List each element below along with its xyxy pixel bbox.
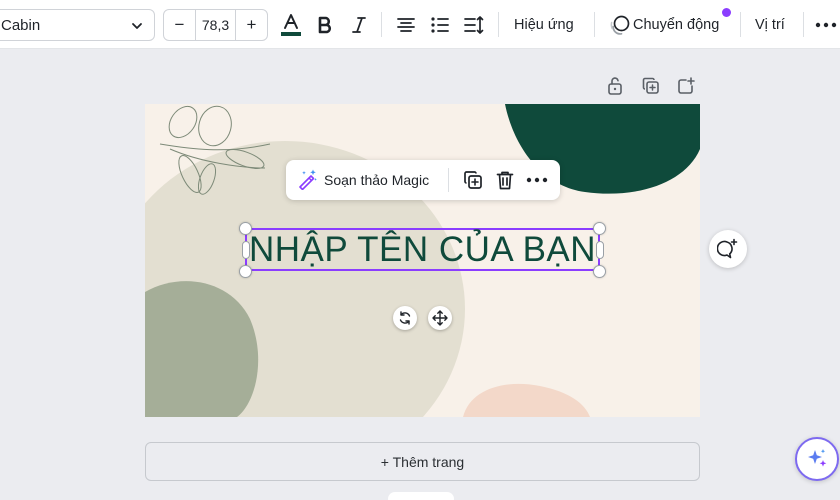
new-feature-badge xyxy=(722,8,731,17)
font-family-value: Cabin xyxy=(1,16,41,34)
toolbar-divider xyxy=(594,12,595,37)
decrease-font-size-button[interactable]: − xyxy=(164,10,195,40)
lock-icon[interactable] xyxy=(605,76,625,96)
peach-blob xyxy=(463,383,590,417)
duplicate-page-icon[interactable] xyxy=(641,76,661,96)
resize-handle-bottom-left[interactable] xyxy=(239,265,252,278)
resize-handle-right[interactable] xyxy=(596,241,604,259)
align-center-icon[interactable] xyxy=(392,11,420,39)
italic-icon[interactable] xyxy=(345,11,373,39)
element-context-menu: Soạn thảo Magic xyxy=(286,160,560,200)
text-color-icon[interactable] xyxy=(277,11,305,39)
position-button[interactable]: Vị trí xyxy=(755,12,785,37)
resize-handle-top-left[interactable] xyxy=(239,222,252,235)
resize-handle-bottom-right[interactable] xyxy=(593,265,606,278)
font-family-select[interactable]: Cabin xyxy=(0,9,155,41)
more-icon[interactable] xyxy=(812,11,840,39)
animate-icon[interactable] xyxy=(606,11,634,39)
magic-write-label: Soạn thảo Magic xyxy=(324,172,430,188)
comment-icon[interactable] xyxy=(709,230,747,268)
trash-icon[interactable] xyxy=(489,160,521,200)
duplicate-icon[interactable] xyxy=(457,160,489,200)
toolbar-divider xyxy=(740,12,741,37)
chevron-down-icon xyxy=(130,19,144,37)
effects-button[interactable]: Hiệu ứng xyxy=(514,12,574,37)
resize-handle-left[interactable] xyxy=(242,241,250,259)
menu-divider xyxy=(448,168,449,192)
move-icon[interactable] xyxy=(428,306,452,330)
resize-handle-top-right[interactable] xyxy=(593,222,606,235)
list-icon[interactable] xyxy=(426,11,454,39)
bold-icon[interactable] xyxy=(311,11,339,39)
rotate-icon[interactable] xyxy=(393,306,417,330)
add-page-button[interactable]: + Thêm trang xyxy=(145,442,700,481)
magic-assistant-icon[interactable] xyxy=(795,437,839,481)
increase-font-size-button[interactable]: + xyxy=(236,10,267,40)
magic-write-icon xyxy=(296,168,318,193)
more-icon[interactable] xyxy=(521,160,553,200)
font-size-control: − 78,3 + xyxy=(163,9,268,41)
font-size-input[interactable]: 78,3 xyxy=(195,10,236,40)
add-page-icon[interactable] xyxy=(676,76,696,96)
animate-button[interactable]: Chuyển động xyxy=(633,12,719,37)
spacing-icon[interactable] xyxy=(460,11,488,39)
editor-toolbar: Cabin − 78,3 + Hiệu ứng Chuyển động Vị t… xyxy=(0,0,840,49)
design-heading-text[interactable]: NHẬP TÊN CỦA BẠN xyxy=(246,229,599,270)
toolbar-divider xyxy=(803,12,804,37)
toolbar-divider xyxy=(381,12,382,37)
magic-write-button[interactable]: Soạn thảo Magic xyxy=(286,160,448,200)
toolbar-divider xyxy=(498,12,499,37)
page-navigator[interactable] xyxy=(388,492,454,500)
